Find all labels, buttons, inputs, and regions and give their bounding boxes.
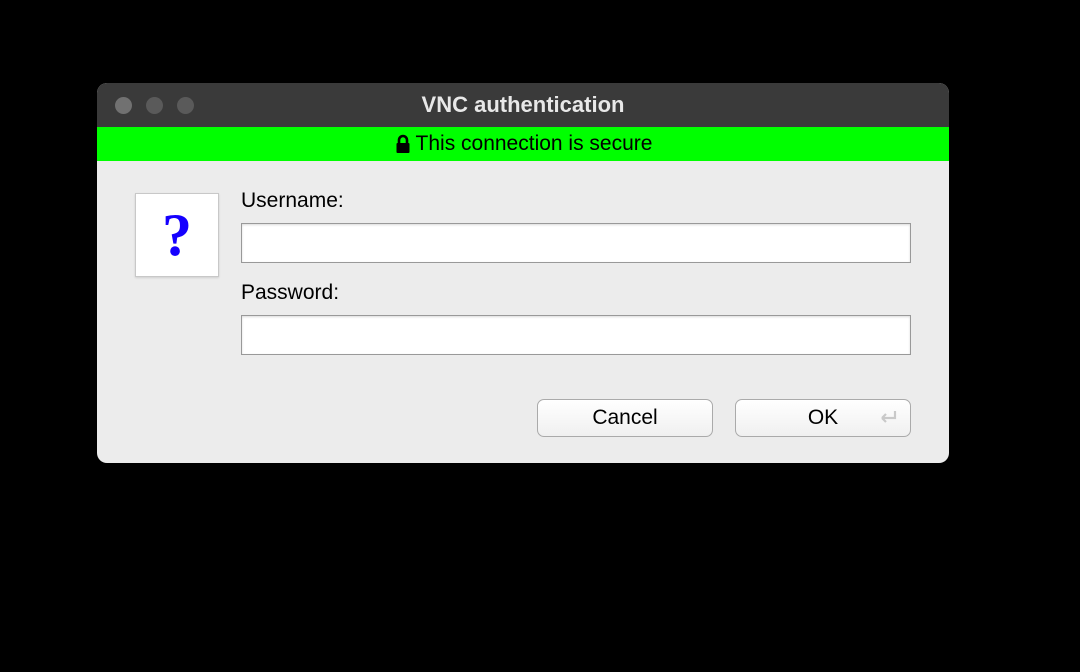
vnc-auth-dialog: VNC authentication This connection is se… [97, 83, 949, 463]
window-controls [115, 97, 194, 114]
question-icon: ? [135, 193, 219, 277]
username-label: Username: [241, 189, 911, 213]
secure-banner-text: This connection is secure [416, 132, 653, 156]
ok-button-label: OK [808, 406, 838, 430]
button-row: Cancel OK [135, 399, 911, 437]
ok-button[interactable]: OK [735, 399, 911, 437]
question-glyph: ? [162, 205, 192, 265]
maximize-window-button[interactable] [177, 97, 194, 114]
username-input[interactable] [241, 223, 911, 263]
lock-icon [394, 134, 412, 154]
cancel-button-label: Cancel [592, 406, 657, 430]
password-input[interactable] [241, 315, 911, 355]
cancel-button[interactable]: Cancel [537, 399, 713, 437]
close-window-button[interactable] [115, 97, 132, 114]
minimize-window-button[interactable] [146, 97, 163, 114]
password-label: Password: [241, 281, 911, 305]
titlebar[interactable]: VNC authentication [97, 83, 949, 127]
secure-connection-banner: This connection is secure [97, 127, 949, 161]
dialog-body: ? Username: Password: Cancel OK [97, 161, 949, 463]
form-fields: Username: Password: [241, 189, 911, 373]
return-key-icon [876, 409, 898, 427]
window-title: VNC authentication [97, 92, 949, 118]
